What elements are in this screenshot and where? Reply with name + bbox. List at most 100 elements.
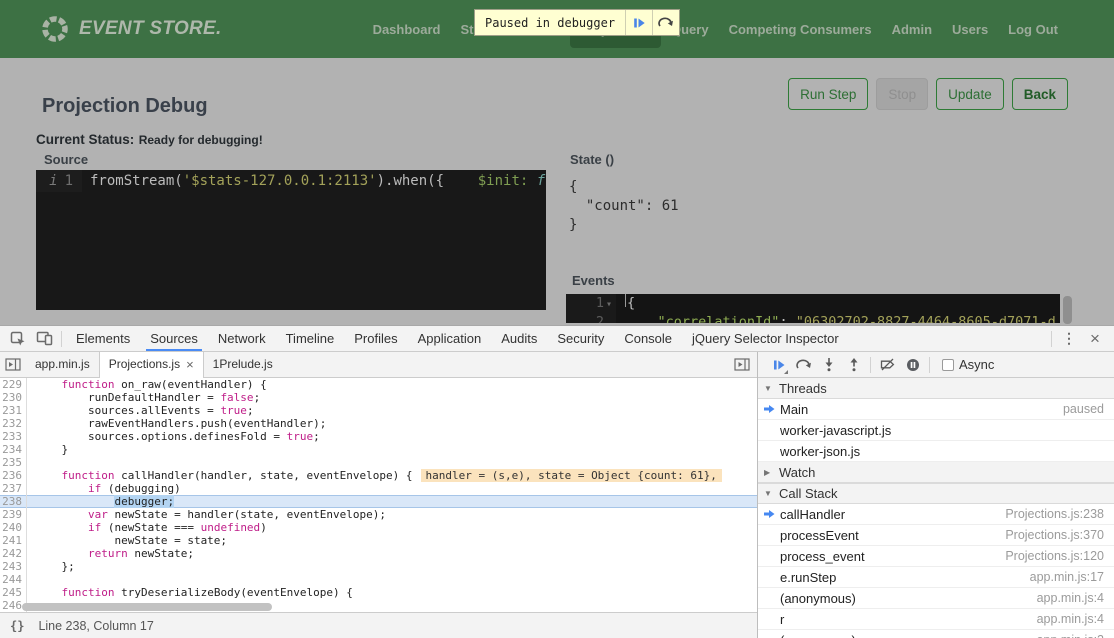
- fold-arrow-icon[interactable]: ▾: [606, 299, 612, 310]
- line-number[interactable]: 236: [0, 469, 27, 482]
- devtools-tab-elements[interactable]: Elements: [66, 326, 140, 351]
- code-text[interactable]: function on_raw(eventHandler) {: [27, 378, 757, 391]
- file-tab-1prelude-js[interactable]: 1Prelude.js: [204, 352, 282, 378]
- call-stack-frame-e-runstep[interactable]: e.runStepapp.min.js:17: [758, 567, 1114, 588]
- code-text[interactable]: rawEventHandlers.push(eventHandler);: [27, 417, 757, 430]
- line-number[interactable]: 230: [0, 391, 27, 404]
- back-button[interactable]: Back: [1012, 78, 1068, 110]
- devtools-tab-security[interactable]: Security: [547, 326, 614, 351]
- line-number[interactable]: 234: [0, 443, 27, 456]
- update-button[interactable]: Update: [936, 78, 1004, 110]
- call-stack-frame-r[interactable]: rapp.min.js:4: [758, 609, 1114, 630]
- line-number[interactable]: 244: [0, 573, 27, 586]
- code-text[interactable]: [27, 573, 757, 586]
- page-scrollbar-thumb[interactable]: [1063, 296, 1072, 324]
- threads-section-header[interactable]: ▼Threads: [758, 378, 1114, 399]
- devtools-tab-profiles[interactable]: Profiles: [344, 326, 407, 351]
- thread-row-worker-javascript-js[interactable]: worker-javascript.js: [758, 420, 1114, 441]
- line-number[interactable]: 229: [0, 378, 27, 391]
- devtools-close-icon[interactable]: ×: [1082, 326, 1108, 351]
- source-editor-gutter[interactable]: i 1: [36, 170, 82, 192]
- source-editor[interactable]: i 1 fromStream('$stats-127.0.0.1:2113').…: [36, 170, 546, 310]
- source-code-line[interactable]: fromStream('$stats-127.0.0.1:2113').when…: [82, 173, 546, 189]
- code-text[interactable]: sources.options.definesFold = true;: [27, 430, 757, 443]
- devtools-menu-icon[interactable]: ⋮: [1056, 326, 1082, 351]
- thread-row-main[interactable]: Mainpaused: [758, 399, 1114, 420]
- nav-item-competing-consumers[interactable]: Competing Consumers: [719, 11, 882, 48]
- line-number[interactable]: 241: [0, 534, 27, 547]
- step-into-button[interactable]: [816, 353, 841, 377]
- events-gutter-line1[interactable]: 1▾: [566, 294, 616, 313]
- line-number[interactable]: 239: [0, 508, 27, 521]
- watch-section-header[interactable]: ▶Watch: [758, 462, 1114, 483]
- devtools-tab-audits[interactable]: Audits: [491, 326, 547, 351]
- line-number[interactable]: 240: [0, 521, 27, 534]
- line-number[interactable]: 242: [0, 547, 27, 560]
- devtools-tab-timeline[interactable]: Timeline: [276, 326, 345, 351]
- call-stack-section-header[interactable]: ▼Call Stack: [758, 483, 1114, 504]
- line-number[interactable]: 231: [0, 404, 27, 417]
- nav-item-dashboard[interactable]: Dashboard: [363, 11, 451, 48]
- pause-on-exceptions-button[interactable]: [900, 353, 925, 377]
- step-over-next-button[interactable]: [652, 10, 679, 35]
- file-tab-projections-js[interactable]: Projections.js×: [99, 352, 204, 378]
- stop-button[interactable]: Stop: [876, 78, 928, 110]
- line-number[interactable]: 232: [0, 417, 27, 430]
- code-text[interactable]: var newState = handler(state, eventEnvel…: [27, 508, 757, 521]
- async-checkbox[interactable]: [942, 359, 954, 371]
- sources-statusbar: {} Line 238, Column 17: [0, 612, 757, 638]
- resume-script-button[interactable]: [625, 10, 652, 35]
- code-text[interactable]: };: [27, 560, 757, 573]
- run-step-button[interactable]: Run Step: [788, 78, 868, 110]
- resume-script-button[interactable]: [766, 353, 791, 377]
- deactivate-breakpoints-button[interactable]: [875, 353, 900, 377]
- code-text[interactable]: if (newState === undefined): [27, 521, 757, 534]
- call-stack-frame-callhandler[interactable]: callHandlerProjections.js:238: [758, 504, 1114, 525]
- code-text[interactable]: newState = state;: [27, 534, 757, 547]
- events-code-line2[interactable]: "correlationId": "06302702-8827-4464-860…: [616, 313, 1056, 323]
- line-number[interactable]: 233: [0, 430, 27, 443]
- events-editor[interactable]: 1▾ { 2▾ "correlationId": "06302702-8827-…: [566, 294, 1060, 323]
- horizontal-scrollbar-thumb[interactable]: [22, 603, 272, 611]
- call-stack-frame-process-event[interactable]: process_eventProjections.js:120: [758, 546, 1114, 567]
- code-text[interactable]: sources.allEvents = true;: [27, 404, 757, 417]
- nav-item-users[interactable]: Users: [942, 11, 998, 48]
- call-stack-frame-processevent[interactable]: processEventProjections.js:370: [758, 525, 1114, 546]
- inspect-element-button[interactable]: [5, 326, 31, 351]
- devtools-tab-application[interactable]: Application: [408, 326, 492, 351]
- code-text[interactable]: debugger;: [27, 495, 757, 508]
- line-number[interactable]: 237: [0, 482, 27, 495]
- events-code-line1[interactable]: {: [616, 294, 635, 313]
- devtools-tab-sources[interactable]: Sources: [140, 326, 208, 351]
- show-debugger-sidebar-button[interactable]: [731, 352, 757, 377]
- code-text[interactable]: function callHandler(handler, state, eve…: [27, 469, 757, 482]
- close-tab-icon[interactable]: ×: [186, 352, 194, 377]
- call-stack-frame-anonymous[interactable]: (anonymous)app.min.js:4: [758, 588, 1114, 609]
- line-number[interactable]: 245: [0, 586, 27, 599]
- nav-item-log-out[interactable]: Log Out: [998, 11, 1068, 48]
- eventstore-logo[interactable]: EVENT STORE.: [40, 14, 222, 44]
- code-text[interactable]: runDefaultHandler = false;: [27, 391, 757, 404]
- devtools-tab-console[interactable]: Console: [614, 326, 682, 351]
- line-number[interactable]: 243: [0, 560, 27, 573]
- code-text[interactable]: function tryDeserializeBody(eventEnvelop…: [27, 586, 757, 599]
- step-out-button[interactable]: [841, 353, 866, 377]
- pretty-print-button[interactable]: {}: [10, 619, 24, 633]
- devtools-tab-network[interactable]: Network: [208, 326, 276, 351]
- line-number[interactable]: 238: [0, 495, 27, 508]
- events-gutter-line2[interactable]: 2▾: [566, 313, 616, 323]
- toggle-device-toolbar-button[interactable]: [31, 326, 57, 351]
- code-text[interactable]: if (debugging): [27, 482, 757, 495]
- step-over-button[interactable]: [791, 353, 816, 377]
- line-number[interactable]: 235: [0, 456, 27, 469]
- code-text[interactable]: return newState;: [27, 547, 757, 560]
- source-code-viewer[interactable]: 229 function on_raw(eventHandler) {230 r…: [0, 378, 757, 612]
- thread-row-worker-json-js[interactable]: worker-json.js: [758, 441, 1114, 462]
- code-text[interactable]: [27, 456, 757, 469]
- call-stack-frame-anonymous[interactable]: (anonymous)app.min.js:2: [758, 630, 1114, 638]
- show-navigator-button[interactable]: [0, 352, 26, 377]
- file-tab-app-min-js[interactable]: app.min.js: [26, 352, 99, 378]
- code-text[interactable]: }: [27, 443, 757, 456]
- nav-item-admin[interactable]: Admin: [882, 11, 942, 48]
- devtools-tab-jquery-selector-inspector[interactable]: jQuery Selector Inspector: [682, 326, 849, 351]
